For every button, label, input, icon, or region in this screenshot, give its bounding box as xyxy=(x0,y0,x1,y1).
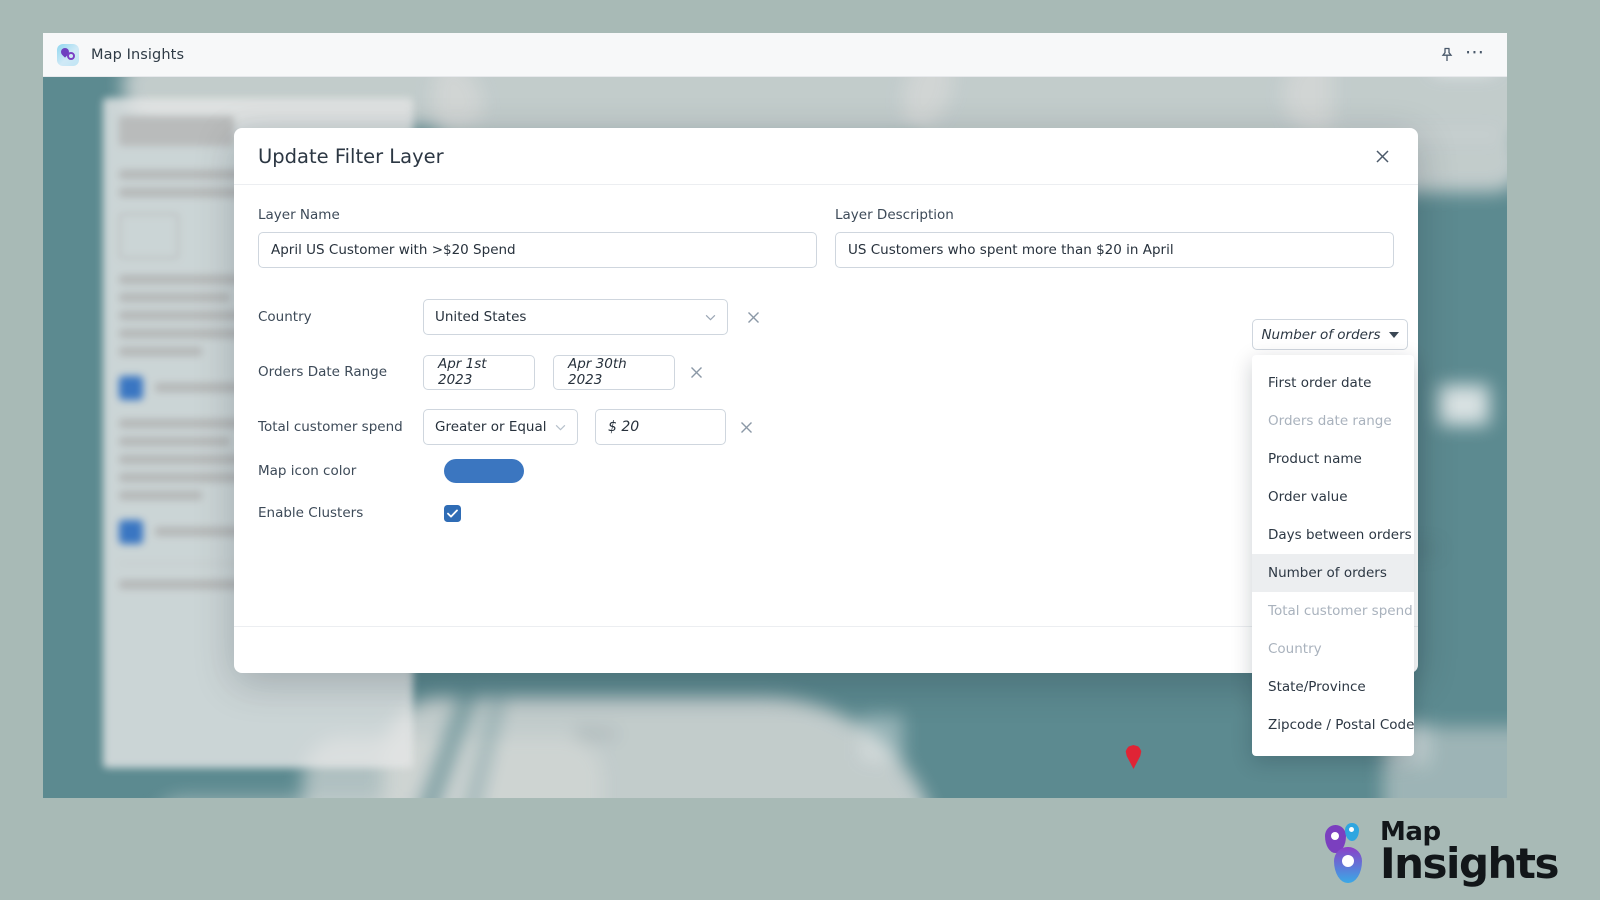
chevron-down-icon xyxy=(705,314,716,321)
dialog-header: Update Filter Layer xyxy=(234,128,1418,185)
date-to-input[interactable]: Apr 30th 2023 xyxy=(553,354,675,390)
country-select[interactable]: United States xyxy=(423,299,728,335)
dialog-body: Layer Name Layer Description Country xyxy=(234,185,1418,756)
app-title: Map Insights xyxy=(91,46,185,63)
dialog-footer xyxy=(234,626,1418,673)
row-enable-clusters: Enable Clusters xyxy=(258,492,1394,534)
layer-name-group: Layer Name xyxy=(258,207,817,268)
spend-operator-select[interactable]: Greater or Equal xyxy=(423,409,578,445)
caret-down-icon xyxy=(1388,331,1399,338)
top-fields: Layer Name Layer Description xyxy=(258,207,1394,268)
close-icon[interactable] xyxy=(1368,142,1396,170)
chevron-down-icon xyxy=(555,424,566,431)
layer-name-input[interactable] xyxy=(258,232,817,268)
menu-item-total-customer-spend: Total customer spend xyxy=(1268,603,1413,619)
map-icon-color-label: Map icon color xyxy=(258,463,357,479)
spend-operator-value: Greater or Equal xyxy=(435,419,547,435)
layer-description-input[interactable] xyxy=(835,232,1394,268)
enable-clusters-label: Enable Clusters xyxy=(258,505,364,521)
country-select-wrap: United States xyxy=(423,299,728,335)
check-icon xyxy=(447,509,458,517)
menu-item-order-value[interactable]: Order value xyxy=(1252,478,1414,516)
map-icon-color-swatch[interactable] xyxy=(444,459,524,483)
add-filter-button-label: Number of orders xyxy=(1261,326,1381,343)
pin-icon[interactable] xyxy=(1433,41,1461,69)
row-map-icon-color: Map icon color xyxy=(258,450,1394,492)
menu-item-number-of-orders[interactable]: Number of orders xyxy=(1252,554,1414,592)
brand-logo: Map Insights xyxy=(1325,820,1559,889)
remove-filter-icon-date-range[interactable] xyxy=(685,361,707,383)
filter-row-country: Country United States xyxy=(258,294,1394,340)
menu-item-days-between-orders[interactable]: Days between orders xyxy=(1252,516,1414,554)
menu-item-orders-date-range: Orders date range xyxy=(1268,413,1392,429)
title-bar: Map Insights ⋯ xyxy=(43,33,1507,77)
menu-item-state-province[interactable]: State/Province xyxy=(1252,668,1414,706)
menu-item-zipcode-postal-code[interactable]: Zipcode / Postal Code xyxy=(1252,706,1414,744)
menu-item-first-order-date[interactable]: First order date xyxy=(1252,364,1414,402)
date-from-input[interactable]: Apr 1st 2023 xyxy=(423,354,535,390)
remove-filter-icon-country[interactable] xyxy=(742,306,764,328)
remove-filter-icon-spend[interactable] xyxy=(735,416,757,438)
brand-line-2: Insights xyxy=(1380,839,1559,889)
spend-value-input[interactable]: $ 20 xyxy=(595,409,726,445)
add-filter-dropdown: Number of orders First order date Orders… xyxy=(1252,319,1414,756)
layer-name-label: Layer Name xyxy=(258,207,340,223)
filter-label-orders-date-range: Orders Date Range xyxy=(258,364,388,380)
dialog-title: Update Filter Layer xyxy=(258,144,444,168)
filter-row-total-customer-spend: Total customer spend Greater or Equal $ … xyxy=(258,404,1394,450)
filter-rows: Country United States Orders Date Range … xyxy=(258,294,1394,534)
panel-text xyxy=(119,437,231,446)
layer-description-group: Layer Description xyxy=(835,207,1394,268)
panel-edit-button[interactable] xyxy=(119,213,179,259)
app-window: Map Insights ⋯ Mexico Update Filter Laye… xyxy=(43,33,1507,798)
filter-label-country: Country xyxy=(258,309,312,325)
layer-color-swatch xyxy=(119,375,143,400)
add-filter-button[interactable]: Number of orders xyxy=(1252,319,1408,350)
layer-description-label: Layer Description xyxy=(835,207,954,223)
panel-logo xyxy=(119,116,234,146)
panel-text xyxy=(119,293,231,302)
panel-text xyxy=(119,491,203,500)
panel-text xyxy=(119,347,203,356)
country-select-value: United States xyxy=(435,309,527,325)
filter-label-total-customer-spend: Total customer spend xyxy=(258,419,403,435)
screen: Map Insights ⋯ Mexico Update Filter Laye… xyxy=(0,0,1600,900)
menu-item-country: Country xyxy=(1268,641,1322,657)
menu-item-product-name[interactable]: Product name xyxy=(1252,440,1414,478)
brand-text: Map Insights xyxy=(1380,820,1559,889)
enable-clusters-checkbox[interactable] xyxy=(444,504,461,522)
update-filter-layer-dialog: Update Filter Layer Layer Name Layer Des… xyxy=(234,128,1418,756)
filter-row-orders-date-range: Orders Date Range Apr 1st 2023 Apr 30th … xyxy=(258,349,1394,395)
map-pin-app-icon xyxy=(57,43,79,66)
layer-color-swatch xyxy=(119,519,143,544)
ellipsis-icon[interactable]: ⋯ xyxy=(1461,41,1489,69)
brand-pin-icon xyxy=(1325,822,1371,883)
add-filter-menu: First order date Orders date range Produ… xyxy=(1252,355,1414,756)
